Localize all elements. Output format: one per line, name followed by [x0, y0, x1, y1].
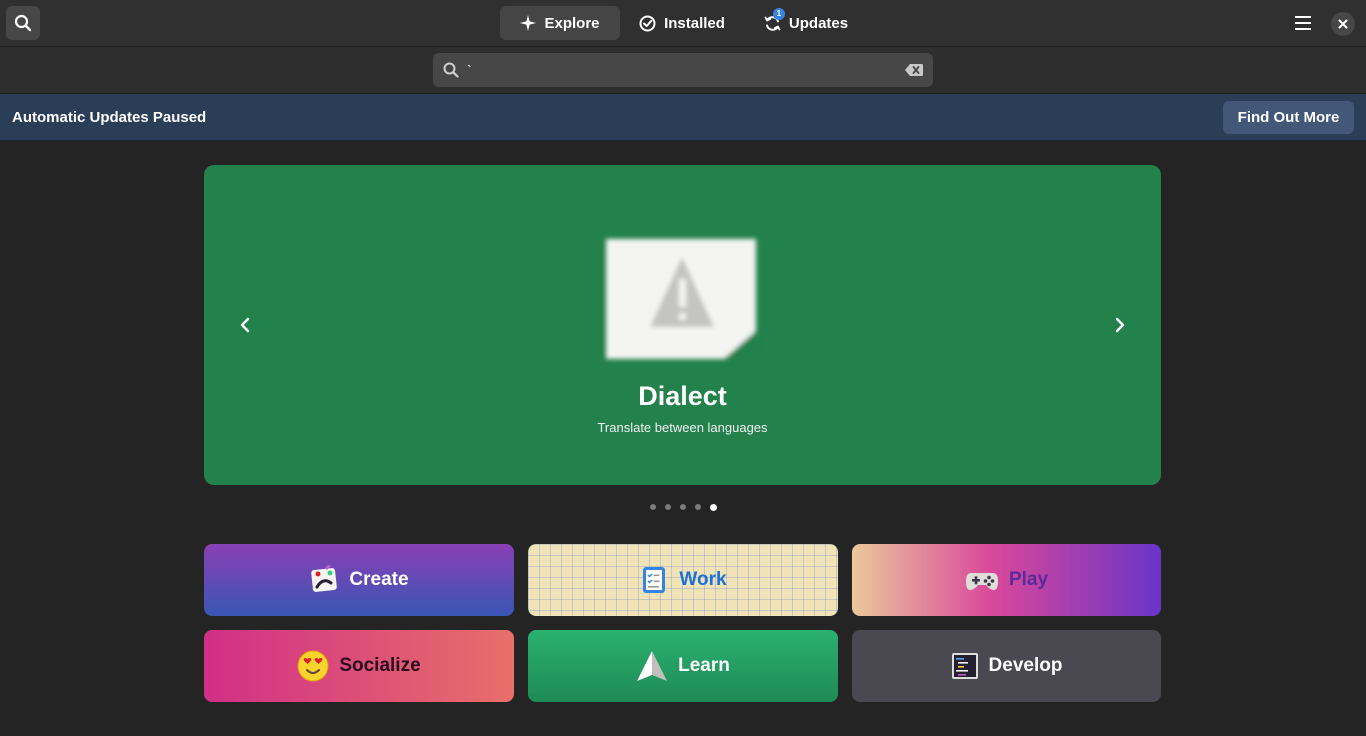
- carousel-dot[interactable]: [710, 503, 717, 511]
- code-editor-icon: [951, 652, 979, 680]
- category-socialize-label: Socialize: [339, 655, 421, 676]
- work-checklist-icon: [639, 565, 669, 595]
- banner-title: Automatic Updates Paused: [12, 109, 207, 126]
- category-work[interactable]: Work: [528, 544, 838, 616]
- explore-icon: [520, 15, 537, 31]
- paper-plane-icon: [636, 650, 668, 682]
- category-learn-label: Learn: [678, 655, 730, 676]
- tab-installed[interactable]: Installed: [630, 6, 734, 40]
- tab-updates[interactable]: 1 Updates: [756, 6, 856, 40]
- close-icon: [1338, 19, 1348, 29]
- category-create-label: Create: [349, 569, 409, 590]
- category-create[interactable]: Create: [204, 544, 514, 616]
- search-icon: [443, 62, 459, 78]
- tab-explore[interactable]: Explore: [500, 6, 620, 40]
- missing-image-icon: [602, 231, 762, 363]
- featured-carousel[interactable]: Dialect Translate between languages: [204, 165, 1161, 485]
- clear-search-icon[interactable]: [905, 64, 923, 76]
- tab-explore-label: Explore: [544, 14, 600, 32]
- tab-installed-label: Installed: [664, 14, 725, 32]
- carousel-page-indicator: [650, 503, 717, 511]
- category-play-label: Play: [1008, 569, 1049, 590]
- category-socialize[interactable]: Socialize: [204, 630, 514, 702]
- header-bar: Explore Installed 1 Updates: [0, 0, 1366, 47]
- updates-icon: 1: [764, 7, 785, 32]
- create-palette-icon: [309, 565, 339, 595]
- chevron-left-icon: [239, 317, 251, 333]
- carousel-previous-button[interactable]: [229, 309, 261, 341]
- find-out-more-button[interactable]: Find Out More: [1223, 101, 1354, 134]
- category-learn[interactable]: Learn: [528, 630, 838, 702]
- carousel-next-button[interactable]: [1104, 309, 1136, 341]
- search-icon: [14, 14, 32, 32]
- category-play[interactable]: Play: [852, 544, 1161, 616]
- category-develop-label: Develop: [988, 655, 1063, 676]
- carousel-dot[interactable]: [695, 504, 701, 510]
- carousel-dot[interactable]: [680, 504, 686, 510]
- category-develop[interactable]: Develop: [852, 630, 1161, 702]
- updates-paused-banner: Automatic Updates Paused Find Out More: [0, 94, 1366, 141]
- carousel-dot[interactable]: [650, 504, 656, 510]
- carousel-dot[interactable]: [665, 504, 671, 510]
- search-bar: [0, 47, 1366, 94]
- heart-eyes-emoji-icon: [297, 650, 329, 682]
- window-close-button[interactable]: [1331, 12, 1355, 36]
- search-toggle-button[interactable]: [6, 6, 40, 40]
- chevron-right-icon: [1114, 317, 1126, 333]
- search-entry[interactable]: [433, 53, 933, 87]
- main-menu-button[interactable]: [1286, 6, 1320, 40]
- featured-app-name: Dialect: [638, 381, 727, 411]
- updates-count-badge: 1: [772, 7, 785, 20]
- installed-check-icon: [639, 15, 656, 32]
- featured-app-summary: Translate between languages: [597, 420, 768, 435]
- hamburger-menu-icon: [1295, 16, 1311, 30]
- gamepad-icon: [965, 565, 999, 595]
- search-input[interactable]: [467, 62, 905, 78]
- category-work-label: Work: [679, 569, 727, 590]
- tab-updates-label: Updates: [788, 14, 849, 32]
